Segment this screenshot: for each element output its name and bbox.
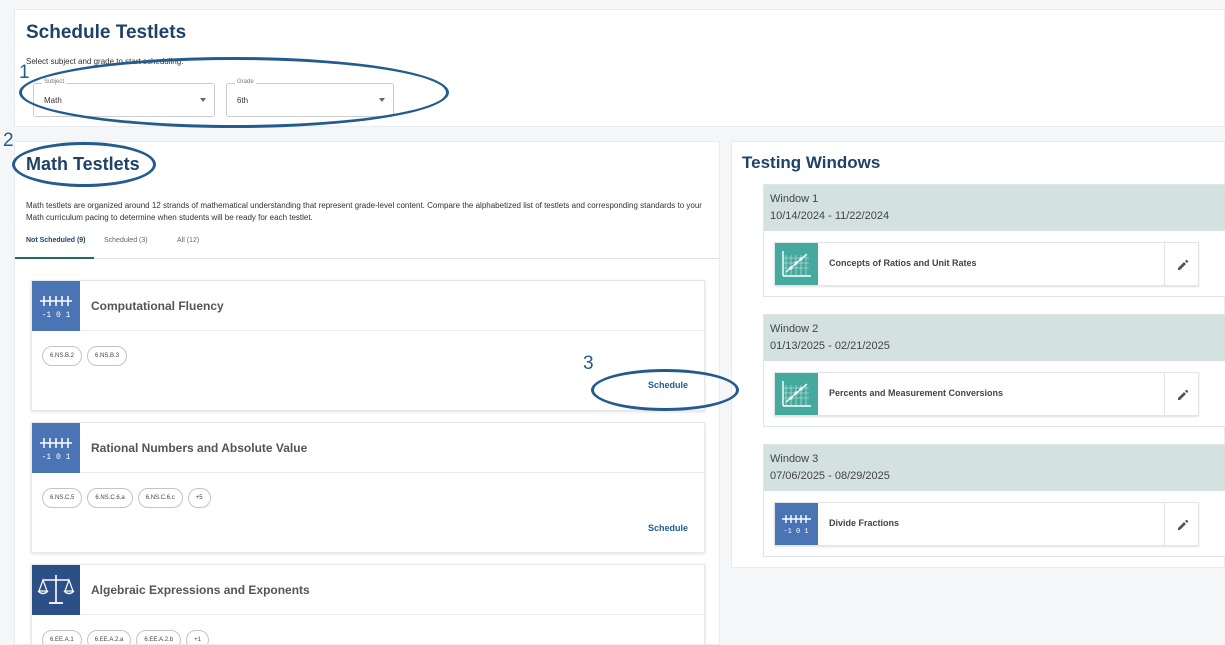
more-standards-chip[interactable]: +5 xyxy=(187,488,211,508)
standard-chip: 6.NS.B.3 xyxy=(87,346,128,366)
testing-windows-panel: Testing Windows Window 1 10/14/2024 - 11… xyxy=(731,141,1225,568)
number-line-label: -1 0 1 xyxy=(42,311,71,320)
scheduled-testlet: Percents and Measurement Conversions xyxy=(774,372,1199,416)
section-description: Math testlets are organized around 12 st… xyxy=(26,201,702,222)
number-line-icon: -1 0 1 xyxy=(32,281,80,331)
graph-icon xyxy=(775,373,818,415)
annotation-number-3: 3 xyxy=(583,353,594,374)
testing-window-card: Window 3 07/06/2025 - 08/29/2025 -1 0 1 xyxy=(763,444,1225,557)
schedule-button[interactable]: Schedule xyxy=(648,523,688,533)
pencil-icon xyxy=(1178,389,1189,400)
card-header: Algebraic Expressions and Exponents xyxy=(32,565,704,615)
testing-window-card: Window 1 10/14/2024 - 11/22/2024 Concept… xyxy=(763,184,1225,297)
card-title: Algebraic Expressions and Exponents xyxy=(91,583,310,597)
edit-button[interactable] xyxy=(1164,503,1198,545)
scheduled-testlet: Concepts of Ratios and Unit Rates xyxy=(774,242,1199,286)
card-header: -1 0 1 Rational Numbers and Absolute Val… xyxy=(32,423,704,473)
graph-icon xyxy=(775,243,818,285)
tab-scheduled[interactable]: Scheduled (3) xyxy=(104,237,148,255)
window-name: Window 2 xyxy=(770,323,819,335)
number-line-icon: -1 0 1 xyxy=(32,423,80,473)
window-header: Window 2 01/13/2025 - 02/21/2025 xyxy=(764,315,1225,361)
tab-not-scheduled[interactable]: Not Scheduled (9) xyxy=(26,237,86,255)
standard-chip: 6.NS.B.2 xyxy=(42,346,83,366)
standards-chips: 6.NS.B.2 6.NS.B.3 xyxy=(42,344,132,366)
testing-window-card: Window 2 01/13/2025 - 02/21/2025 Percent… xyxy=(763,314,1225,427)
card-title: Computational Fluency xyxy=(91,299,224,313)
testlet-card: -1 0 1 Rational Numbers and Absolute Val… xyxy=(31,422,705,553)
standard-chip: 6.NS.C.6.c xyxy=(137,488,183,508)
pencil-icon xyxy=(1178,259,1189,270)
scheduled-testlet-title: Concepts of Ratios and Unit Rates xyxy=(829,258,977,268)
pencil-icon xyxy=(1178,519,1189,530)
number-line-label: -1 0 1 xyxy=(783,528,808,536)
edit-button[interactable] xyxy=(1164,243,1198,285)
annotation-ellipse-title xyxy=(12,142,156,187)
testlet-tabs: Not Scheduled (9) Scheduled (3) All (12) xyxy=(15,232,719,259)
standard-chip: 6.EE.A.1 xyxy=(42,630,82,644)
standard-chip: 6.EE.A.2.a xyxy=(86,630,132,644)
annotation-number-2: 2 xyxy=(3,130,14,151)
scheduled-testlet-title: Percents and Measurement Conversions xyxy=(829,388,1004,398)
testing-windows-title: Testing Windows xyxy=(742,153,881,172)
active-tab-indicator xyxy=(15,257,94,259)
window-name: Window 3 xyxy=(770,453,819,465)
tab-all[interactable]: All (12) xyxy=(177,237,199,255)
more-standards-chip[interactable]: +1 xyxy=(186,630,209,644)
window-name: Window 1 xyxy=(770,193,819,205)
standards-chips: 6.EE.A.1 6.EE.A.2.a 6.EE.A.2.b +1 xyxy=(42,628,214,644)
number-line-label: -1 0 1 xyxy=(42,453,71,462)
balance-scale-icon xyxy=(32,565,80,615)
testlet-card: Algebraic Expressions and Exponents 6.EE… xyxy=(31,564,705,644)
card-title: Rational Numbers and Absolute Value xyxy=(91,441,308,455)
standard-chip: 6.NS.C.5 xyxy=(42,488,83,508)
window-dates: 10/14/2024 - 11/22/2024 xyxy=(770,210,890,222)
standard-chip: 6.NS.C.6.a xyxy=(87,488,133,508)
page-title: Schedule Testlets xyxy=(26,22,187,43)
annotation-ellipse-schedule xyxy=(591,369,739,411)
page: Schedule Testlets Select subject and gra… xyxy=(0,0,1225,645)
window-header: Window 3 07/06/2025 - 08/29/2025 xyxy=(764,445,1225,491)
standards-chips: 6.NS.C.5 6.NS.C.6.a 6.NS.C.6.c +5 xyxy=(42,486,216,508)
scheduled-testlet: -1 0 1 Divide Fractions xyxy=(774,502,1199,546)
window-header: Window 1 10/14/2024 - 11/22/2024 xyxy=(764,185,1225,231)
window-dates: 07/06/2025 - 08/29/2025 xyxy=(770,470,890,482)
annotation-ellipse-filters xyxy=(19,57,449,128)
annotation-number-1: 1 xyxy=(19,62,30,83)
window-dates: 01/13/2025 - 02/21/2025 xyxy=(770,340,890,352)
scheduled-testlet-title: Divide Fractions xyxy=(829,518,900,528)
edit-button[interactable] xyxy=(1164,373,1198,415)
card-header: -1 0 1 Computational Fluency xyxy=(32,281,704,331)
standard-chip: 6.EE.A.2.b xyxy=(136,630,182,644)
number-line-icon: -1 0 1 xyxy=(775,503,818,545)
